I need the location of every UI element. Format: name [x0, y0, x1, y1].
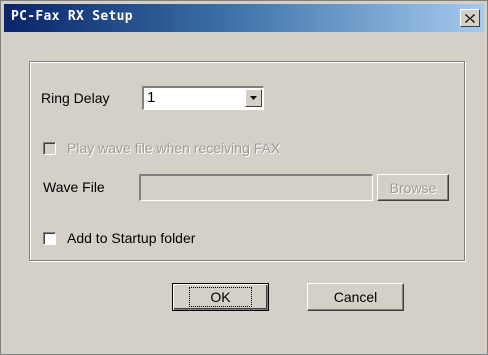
ring-delay-dropdown-button[interactable] [245, 89, 262, 107]
play-wave-checkbox[interactable] [43, 142, 56, 155]
dialog-window: PC-Fax RX Setup Ring Delay 1 Play wave f… [0, 0, 488, 355]
ring-delay-select[interactable]: 1 [142, 86, 264, 110]
close-icon [465, 13, 475, 23]
play-wave-label: Play wave file when receiving FAX [67, 140, 281, 156]
title-bar[interactable]: PC-Fax RX Setup [4, 4, 484, 32]
wave-file-label: Wave File [43, 179, 105, 195]
startup-checkbox[interactable] [43, 232, 56, 245]
ring-delay-label: Ring Delay [41, 90, 110, 106]
cancel-button-label: Cancel [333, 289, 378, 305]
close-button[interactable] [460, 9, 480, 27]
startup-label: Add to Startup folder [67, 230, 196, 246]
ok-button-label: OK [189, 287, 252, 307]
cancel-button[interactable]: Cancel [307, 283, 404, 311]
wave-file-input[interactable] [139, 174, 373, 201]
browse-button[interactable]: Browse [377, 174, 449, 201]
window-title: PC-Fax RX Setup [11, 9, 133, 24]
chevron-down-icon [250, 96, 257, 100]
browse-button-label: Browse [389, 179, 437, 196]
ring-delay-value: 1 [147, 89, 156, 106]
ok-button[interactable]: OK [172, 283, 269, 311]
